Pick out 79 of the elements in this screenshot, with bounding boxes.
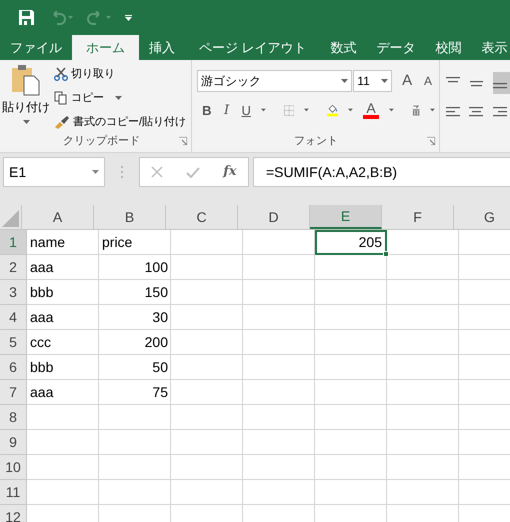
ribbon-tab[interactable]: ホーム — [72, 35, 139, 60]
check-icon[interactable] — [186, 166, 200, 178]
table-cell-text: ccc — [29, 333, 52, 352]
phonetic-guide-icon[interactable] — [412, 102, 420, 118]
table-cell: 205 — [315, 230, 387, 255]
borders-icon[interactable] — [284, 102, 294, 118]
ribbon-tab[interactable]: ファイル — [0, 35, 72, 60]
caret-icon[interactable] — [261, 108, 266, 112]
table-cell-text: 75 — [151, 383, 169, 402]
caret-icon[interactable] — [304, 108, 310, 112]
italic-button[interactable]: I — [222, 100, 232, 120]
table-cell-text: bbb — [29, 283, 54, 302]
ribbon-tab[interactable]: 挿入 — [139, 35, 185, 60]
table-cell-text: aaa — [29, 258, 54, 277]
row-header[interactable]: 7 — [0, 380, 27, 405]
row-header[interactable]: 5 — [0, 330, 27, 355]
caret-icon[interactable] — [389, 108, 394, 112]
table-cell-text: 30 — [151, 308, 169, 327]
table-cell-text: 200 — [144, 333, 169, 352]
copy-icon — [54, 91, 68, 105]
row-header[interactable]: 9 — [0, 430, 27, 455]
column-header[interactable]: A — [22, 205, 94, 229]
table-cell-text: 100 — [144, 258, 169, 277]
scissors-icon — [54, 67, 68, 81]
copy-button[interactable]: コピー — [54, 88, 122, 108]
group-label: フォント — [294, 134, 338, 148]
font-color-button[interactable]: A — [363, 102, 380, 119]
ribbon-tab[interactable]: 表示 — [472, 35, 510, 60]
font-size-field[interactable]: 11 — [353, 70, 392, 92]
column-header[interactable]: E — [310, 205, 382, 229]
ribbon-tab[interactable]: ページ レイアウト — [185, 35, 321, 60]
caret-icon[interactable] — [22, 120, 30, 124]
column-header[interactable]: F — [382, 205, 454, 229]
row-header[interactable]: 11 — [0, 480, 27, 505]
shrink-font-button[interactable]: A — [421, 72, 436, 90]
clipboard-icon — [10, 64, 42, 96]
row-header[interactable]: 8 — [0, 405, 27, 430]
row-header[interactable]: 12 — [0, 505, 27, 522]
row-header[interactable]: 2 — [0, 255, 27, 280]
row-header[interactable]: 10 — [0, 455, 27, 480]
save-icon[interactable] — [18, 9, 35, 26]
cut-button[interactable]: 切り取り — [54, 64, 115, 84]
caret-icon[interactable] — [381, 79, 388, 84]
row-header[interactable]: 4 — [0, 305, 27, 330]
column-header[interactable]: C — [166, 205, 238, 229]
row-header[interactable]: 1 — [0, 230, 27, 255]
table-cell-text: bbb — [29, 358, 54, 377]
ribbon-tab[interactable]: 数式 — [320, 35, 367, 60]
column-header[interactable]: B — [94, 205, 166, 229]
formula-field[interactable]: =SUMIF(A:A,A2,B:B) — [253, 157, 510, 187]
dialog-launcher-icon[interactable] — [179, 136, 187, 145]
row-header[interactable]: 3 — [0, 280, 27, 305]
ribbon-tab[interactable]: 校閲 — [426, 35, 472, 60]
column-header[interactable]: G — [454, 205, 510, 229]
table-cell-text: price — [101, 233, 134, 252]
grow-font-button[interactable]: A — [398, 70, 416, 92]
name-box[interactable]: E1 — [3, 157, 105, 187]
bold-button[interactable]: B — [202, 100, 212, 120]
dialog-launcher-icon[interactable] — [427, 136, 435, 145]
table-cell-text: 150 — [144, 283, 169, 302]
table-cell-text: name — [29, 233, 66, 252]
insert-function-button[interactable]: fx — [223, 162, 237, 182]
caret-icon[interactable] — [348, 108, 354, 112]
table-cell-text: 50 — [151, 358, 169, 377]
underline-button[interactable]: U — [241, 100, 252, 120]
ribbon-tab[interactable]: データ — [366, 35, 426, 60]
caret-icon[interactable] — [341, 79, 348, 84]
font-name-field[interactable]: 游ゴシック — [197, 70, 352, 92]
table-cell-text: aaa — [29, 308, 54, 327]
paste-button[interactable]: 貼り付け — [1, 64, 51, 132]
group-label: クリップボード — [63, 134, 140, 148]
format-painter-button[interactable]: 書式のコピー/貼り付け — [54, 112, 186, 132]
brush-icon — [54, 115, 70, 129]
row-header[interactable]: 6 — [0, 355, 27, 380]
table-cell-text: aaa — [29, 383, 54, 402]
caret-icon[interactable] — [92, 170, 99, 174]
caret-icon[interactable] — [115, 96, 122, 100]
caret-icon[interactable] — [430, 108, 436, 112]
customize-toolbar-icon[interactable] — [125, 14, 132, 20]
